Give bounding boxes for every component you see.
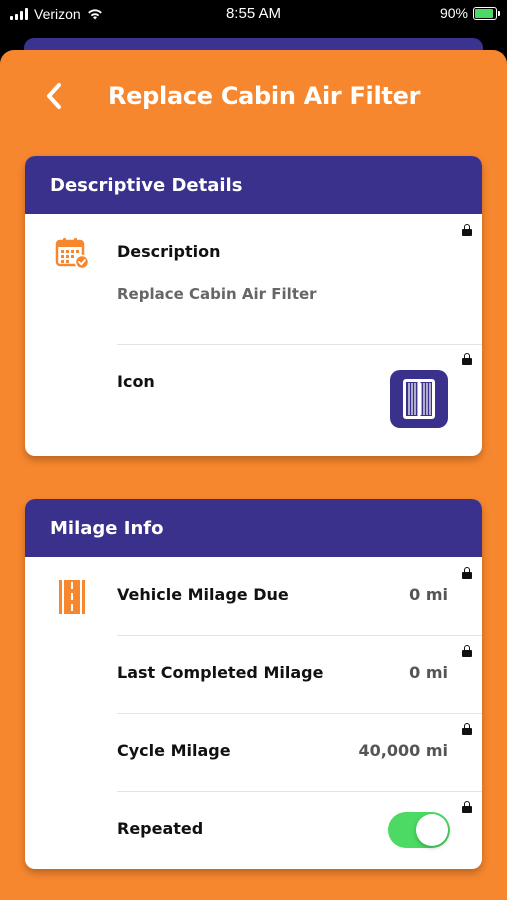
- description-value: Replace Cabin Air Filter: [117, 285, 317, 303]
- milage-row-label: Vehicle Milage Due: [117, 585, 289, 604]
- divider: [117, 635, 482, 636]
- milage-row-value[interactable]: 40,000 mi: [359, 741, 448, 760]
- lock-icon: [462, 723, 472, 735]
- back-button[interactable]: [36, 78, 72, 114]
- card-heading: Milage Info: [25, 499, 482, 557]
- header: Replace Cabin Air Filter: [0, 70, 507, 126]
- divider: [117, 713, 482, 714]
- icon-picker-button[interactable]: [390, 370, 448, 428]
- status-right: 90%: [439, 5, 500, 21]
- descriptive-details-card: Descriptive Details Description Replace …: [25, 156, 482, 456]
- lock-icon: [462, 567, 472, 579]
- lock-icon: [462, 645, 472, 657]
- divider: [117, 791, 482, 792]
- milage-row-value[interactable]: 0 mi: [409, 663, 448, 682]
- description-label: Description: [117, 242, 221, 261]
- milage-row-value[interactable]: 0 mi: [409, 585, 448, 604]
- icon-label: Icon: [117, 372, 155, 391]
- battery-percent: 90%: [439, 5, 468, 21]
- calendar-check-icon: [55, 238, 89, 270]
- status-time: 8:55 AM: [225, 5, 282, 22]
- page-title: Replace Cabin Air Filter: [108, 82, 421, 110]
- milage-info-card: Milage Info Vehicle Milage Due 0 mi Last…: [25, 499, 482, 869]
- lock-icon: [462, 353, 472, 365]
- battery-charging-icon: [473, 6, 500, 20]
- status-bar: Verizon 8:55 AM 90%: [0, 0, 507, 30]
- chevron-left-icon: [47, 83, 61, 109]
- air-filter-icon: [403, 379, 435, 419]
- lock-icon: [462, 224, 472, 236]
- milage-row-label: Cycle Milage: [117, 741, 231, 760]
- lock-icon: [462, 801, 472, 813]
- road-icon: [59, 580, 85, 614]
- milage-row-label: Last Completed Milage: [117, 663, 324, 682]
- repeated-label: Repeated: [117, 819, 204, 838]
- toggle-knob: [416, 814, 448, 846]
- repeated-toggle[interactable]: [388, 812, 450, 848]
- card-heading: Descriptive Details: [25, 156, 482, 214]
- divider: [117, 344, 482, 345]
- modal-sheet: Replace Cabin Air Filter Descriptive Det…: [0, 50, 507, 900]
